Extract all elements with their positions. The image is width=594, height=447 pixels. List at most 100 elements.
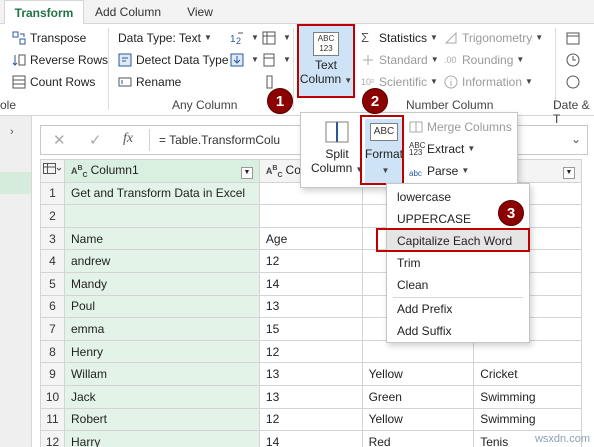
duration-button[interactable] bbox=[566, 72, 584, 92]
table-cell[interactable]: Poul bbox=[63, 294, 260, 319]
move-button[interactable]: ▼ bbox=[262, 50, 291, 70]
table-cell[interactable]: Yellow bbox=[361, 407, 475, 432]
row-number: 10 bbox=[40, 384, 65, 409]
menu-item-add-suffix[interactable]: Add Suffix bbox=[387, 320, 529, 342]
table-cell[interactable]: Robert bbox=[63, 407, 260, 432]
pivot-button[interactable]: ▼ bbox=[262, 28, 291, 48]
column-header-column1[interactable]: ABC Column1 ▼ bbox=[63, 159, 260, 183]
rounding-button[interactable]: .00 Rounding ▼ bbox=[444, 50, 524, 70]
tab-view[interactable]: View bbox=[176, 0, 224, 24]
table-cell[interactable]: 12 bbox=[258, 407, 363, 432]
highlight-box-text-column bbox=[297, 24, 355, 98]
cancel-formula-icon[interactable]: ✕ bbox=[53, 131, 66, 149]
chevron-down-icon: ▼ bbox=[461, 166, 470, 175]
sigma-icon: Σ bbox=[361, 30, 370, 45]
reverse-rows-button[interactable]: Reverse Rows bbox=[12, 50, 108, 70]
chevron-down-icon: ▼ bbox=[203, 33, 212, 42]
table-cell[interactable]: Swimming bbox=[473, 384, 582, 409]
table-cell[interactable]: Yellow bbox=[361, 362, 475, 386]
rounding-icon: .00 bbox=[444, 55, 457, 65]
table-cell[interactable]: 13 bbox=[258, 384, 363, 409]
split-column-button[interactable]: Split Column ▼ bbox=[311, 119, 363, 185]
chevron-down-icon: ▼ bbox=[467, 144, 476, 153]
standard-icon bbox=[361, 53, 375, 67]
information-icon bbox=[444, 75, 458, 89]
table-cell[interactable]: Cricket bbox=[473, 362, 582, 386]
row-number: 11 bbox=[40, 407, 65, 432]
merge-columns-button[interactable]: Merge Columns bbox=[409, 117, 512, 137]
table-cell[interactable]: Name bbox=[63, 226, 260, 251]
pivot-icon bbox=[262, 31, 276, 45]
information-button[interactable]: Information ▼ bbox=[444, 72, 533, 92]
table-cell[interactable]: Green bbox=[361, 384, 475, 409]
merge-columns-icon bbox=[409, 120, 423, 134]
row-number: 2 bbox=[40, 204, 65, 228]
table-cell[interactable]: Get and Transform Data in Excel bbox=[63, 181, 260, 206]
expand-formula-chevron-icon[interactable]: ⌄ bbox=[571, 132, 581, 146]
selected-query-strip bbox=[0, 172, 31, 194]
date-button[interactable] bbox=[566, 28, 584, 48]
column-filter-icon[interactable]: ▼ bbox=[563, 166, 575, 179]
queries-pane-collapsed[interactable]: › bbox=[0, 116, 32, 447]
table-cell[interactable] bbox=[361, 339, 475, 364]
fill-button[interactable]: ▼ bbox=[230, 50, 259, 70]
time-button[interactable] bbox=[566, 50, 584, 70]
highlight-box-capitalize bbox=[376, 228, 530, 252]
table-cell[interactable]: 13 bbox=[258, 362, 363, 386]
rename-button[interactable]: Rename bbox=[118, 72, 181, 92]
replace-values-icon: 12 bbox=[230, 31, 244, 46]
move-icon bbox=[262, 53, 276, 67]
table-cell[interactable]: Red bbox=[361, 430, 475, 447]
table-cell[interactable] bbox=[258, 204, 363, 228]
table-menu-icon[interactable] bbox=[40, 159, 65, 183]
chevron-right-icon[interactable]: › bbox=[10, 126, 14, 138]
statistics-button[interactable]: Σ Statistics ▼ bbox=[361, 28, 438, 48]
step-badge-1: 1 bbox=[267, 88, 293, 114]
group-label-date-time: Date & T bbox=[553, 98, 590, 126]
table-cell[interactable]: Mandy bbox=[63, 271, 260, 296]
extract-icon: ABC 123 bbox=[409, 141, 426, 157]
column-filter-icon[interactable]: ▼ bbox=[240, 166, 253, 179]
tab-add-column[interactable]: Add Column bbox=[86, 0, 170, 24]
row-number: 8 bbox=[40, 339, 65, 364]
table-cell[interactable]: 15 bbox=[258, 317, 363, 341]
fx-icon[interactable]: fx bbox=[123, 131, 133, 147]
table-cell[interactable]: 14 bbox=[258, 430, 363, 447]
text-column-dropdown-panel: Split Column ▼ ABC Format ▼ Merge Columns… bbox=[300, 112, 518, 188]
replace-values-button[interactable]: 12 ▼ bbox=[230, 28, 259, 48]
confirm-formula-icon[interactable]: ✓ bbox=[89, 131, 102, 149]
trigonometry-button[interactable]: Trigonometry ▼ bbox=[444, 28, 543, 48]
standard-button[interactable]: Standard ▼ bbox=[361, 50, 439, 70]
table-cell[interactable]: Henry bbox=[63, 339, 260, 364]
fill-down-icon bbox=[230, 53, 244, 67]
table-row: 11 Robert 12 Yellow Swimming bbox=[40, 407, 582, 432]
data-type-dropdown[interactable]: Data Type: Text ▼ bbox=[118, 28, 212, 48]
count-rows-button[interactable]: Count Rows bbox=[12, 72, 95, 92]
table-cell[interactable]: 14 bbox=[258, 271, 363, 296]
table-cell[interactable]: 13 bbox=[258, 294, 363, 319]
table-row: 9 Willam 13 Yellow Cricket bbox=[40, 362, 582, 386]
clock-icon bbox=[566, 53, 580, 67]
table-cell[interactable]: Willam bbox=[63, 362, 260, 386]
tab-transform[interactable]: Transform bbox=[4, 0, 84, 25]
table-cell[interactable]: andrew bbox=[63, 249, 260, 273]
menu-item-add-prefix[interactable]: Add Prefix bbox=[387, 298, 529, 320]
table-cell[interactable]: 12 bbox=[258, 249, 363, 273]
reverse-rows-icon bbox=[12, 53, 26, 67]
menu-item-trim[interactable]: Trim bbox=[387, 252, 529, 274]
table-cell[interactable]: Age bbox=[258, 226, 363, 251]
parse-button[interactable]: abc Parse ▼ bbox=[409, 161, 469, 181]
transpose-button[interactable]: Transpose bbox=[12, 28, 86, 48]
table-cell[interactable]: Swimming bbox=[473, 407, 582, 432]
table-cell[interactable]: Jack bbox=[63, 384, 260, 409]
table-cell[interactable] bbox=[473, 339, 582, 364]
menu-item-clean[interactable]: Clean bbox=[387, 274, 529, 296]
detect-data-type-button[interactable]: Detect Data Type bbox=[118, 50, 229, 70]
extract-button[interactable]: ABC 123 Extract ▼ bbox=[409, 139, 475, 159]
table-cell[interactable]: 12 bbox=[258, 339, 363, 364]
table-row: 10 Jack 13 Green Swimming bbox=[40, 384, 582, 409]
table-cell[interactable]: emma bbox=[63, 317, 260, 341]
table-cell[interactable]: Harry bbox=[63, 430, 260, 447]
table-cell[interactable] bbox=[63, 204, 260, 228]
formula-input[interactable]: = Table.TransformColu bbox=[159, 133, 280, 147]
